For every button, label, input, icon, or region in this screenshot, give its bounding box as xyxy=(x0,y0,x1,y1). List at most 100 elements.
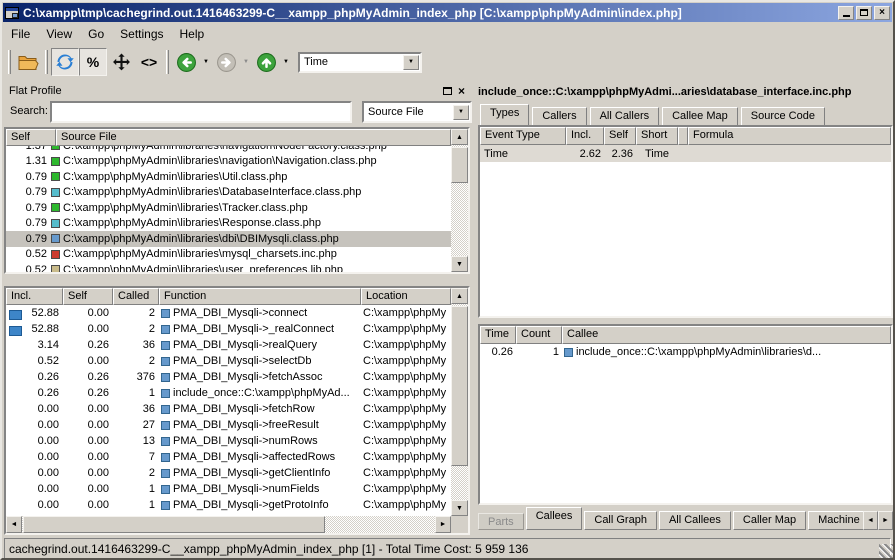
file-row[interactable]: 1.31C:\xampp\phpMyAdmin\libraries\naviga… xyxy=(6,154,451,170)
function-row[interactable]: 3.140.2636PMA_DBI_Mysqli->realQueryC:\xa… xyxy=(6,337,451,353)
scroll-down-button[interactable]: ▼ xyxy=(451,500,468,516)
forward-button[interactable] xyxy=(212,48,240,76)
scroll-thumb[interactable] xyxy=(451,147,468,183)
file-row[interactable]: 0.52C:\xampp\phpMyAdmin\libraries\mysql_… xyxy=(6,247,451,263)
file-row[interactable]: 0.52C:\xampp\phpMyAdmin\libraries\user_p… xyxy=(6,262,451,272)
tab-all-callees[interactable]: All Callees xyxy=(659,511,731,530)
tab-callees[interactable]: Callees xyxy=(526,507,583,530)
function-vertical-scrollbar[interactable]: ▲ ▼ xyxy=(451,288,468,516)
event-type-row[interactable]: Time2.622.36Time xyxy=(480,145,891,162)
up-button[interactable] xyxy=(252,48,280,76)
file-vertical-scrollbar[interactable]: ▲ ▼ xyxy=(451,129,468,272)
function-row[interactable]: 0.000.001PMA_DBI_Mysqli->getProtoInfoC:\… xyxy=(6,497,451,513)
event-type-combobox[interactable]: Time ▼ xyxy=(298,52,422,73)
panel-splitter[interactable] xyxy=(470,82,478,535)
up-dropdown[interactable]: ▼ xyxy=(280,48,292,76)
combobox-dropdown-button[interactable]: ▼ xyxy=(403,55,419,70)
column-header-callee[interactable]: Callee xyxy=(562,326,891,344)
scroll-thumb[interactable] xyxy=(23,516,325,533)
column-header-short[interactable]: Short xyxy=(636,127,678,145)
back-button[interactable] xyxy=(172,48,200,76)
file-row[interactable]: 0.79C:\xampp\phpMyAdmin\libraries\Util.c… xyxy=(6,169,451,185)
function-row[interactable]: 0.000.0036PMA_DBI_Mysqli->fetchRowC:\xam… xyxy=(6,401,451,417)
tab-call-graph[interactable]: Call Graph xyxy=(584,511,657,530)
function-row[interactable]: 0.520.002PMA_DBI_Mysqli->selectDbC:\xamp… xyxy=(6,353,451,369)
group-dropdown-button[interactable]: ▼ xyxy=(453,105,469,120)
function-row[interactable]: 0.000.002PMA_DBI_Mysqli->getClientInfoC:… xyxy=(6,465,451,481)
function-row[interactable]: 0.000.0013PMA_DBI_Mysqli->numRowsC:\xamp… xyxy=(6,433,451,449)
open-file-button[interactable] xyxy=(14,48,42,76)
function-horizontal-scrollbar[interactable]: ◄ ► xyxy=(6,516,451,533)
back-icon xyxy=(176,52,197,73)
scroll-up-button[interactable]: ▲ xyxy=(451,129,468,145)
column-header-incl-[interactable]: Incl. xyxy=(6,288,63,305)
menu-file[interactable]: File xyxy=(3,25,38,43)
tab-machine[interactable]: Machine xyxy=(808,511,863,530)
file-row[interactable]: 0.79C:\xampp\phpMyAdmin\libraries\Respon… xyxy=(6,216,451,232)
column-header-spacer[interactable] xyxy=(678,127,688,145)
function-row[interactable]: 0.260.26376PMA_DBI_Mysqli->fetchAssocC:\… xyxy=(6,369,451,385)
called-value: 7 xyxy=(113,451,159,463)
minimize-button[interactable] xyxy=(838,6,854,20)
dock-float-button[interactable] xyxy=(443,87,452,95)
column-header-count[interactable]: Count xyxy=(516,326,562,344)
scroll-down-button[interactable]: ▼ xyxy=(451,256,468,272)
function-row[interactable]: 0.000.001PMA_DBI_Mysqli->numFieldsC:\xam… xyxy=(6,481,451,497)
tab-caller-map[interactable]: Caller Map xyxy=(733,511,806,530)
column-header-formula[interactable]: Formula xyxy=(688,127,891,145)
forward-dropdown[interactable]: ▼ xyxy=(240,48,252,76)
function-row[interactable]: 0.000.0027PMA_DBI_Mysqli->freeResultC:\x… xyxy=(6,417,451,433)
tab-all-callers[interactable]: All Callers xyxy=(590,107,660,125)
callee-row[interactable]: 0.261include_once::C:\xampp\phpMyAdmin\l… xyxy=(480,344,891,360)
scroll-right-button[interactable]: ► xyxy=(435,516,451,533)
column-header-time[interactable]: Time xyxy=(480,326,516,344)
function-row[interactable]: 52.880.002PMA_DBI_Mysqli->_realConnectC:… xyxy=(6,321,451,337)
menu-settings[interactable]: Settings xyxy=(112,25,171,43)
column-header-self[interactable]: Self xyxy=(63,288,113,305)
percent-button[interactable]: % xyxy=(79,48,107,76)
function-row[interactable]: 0.260.261include_once::C:\xampp\phpMyAd.… xyxy=(6,385,451,401)
file-row[interactable]: 0.79C:\xampp\phpMyAdmin\libraries\Databa… xyxy=(6,185,451,201)
scroll-thumb[interactable] xyxy=(451,306,468,466)
file-row[interactable]: 0.79C:\xampp\phpMyAdmin\libraries\Tracke… xyxy=(6,200,451,216)
column-header-self[interactable]: Self xyxy=(6,129,56,146)
callee-cell: include_once::C:\xampp\phpMyAdmin\librar… xyxy=(562,346,891,358)
function-row[interactable]: 0.000.007PMA_DBI_Mysqli->affectedRowsC:\… xyxy=(6,449,451,465)
scroll-left-button[interactable]: ◄ xyxy=(6,516,22,533)
column-header-event-type[interactable]: Event Type xyxy=(480,127,566,145)
column-header-location[interactable]: Location xyxy=(361,288,451,305)
tab-source-code[interactable]: Source Code xyxy=(741,107,825,125)
file-row[interactable]: 1.37C:\xampp\phpMyAdmin\libraries\naviga… xyxy=(6,146,451,154)
tab-types[interactable]: Types xyxy=(480,104,529,125)
incl-value: 0.00 xyxy=(6,467,63,479)
menu-help[interactable]: Help xyxy=(172,25,213,43)
reload-button[interactable] xyxy=(51,48,79,76)
search-input[interactable] xyxy=(50,101,352,123)
self-value: 0.26 xyxy=(63,387,113,399)
menu-view[interactable]: View xyxy=(38,25,80,43)
tabs-scroll-right-button[interactable]: ► xyxy=(878,511,893,530)
tabs-scroll-left-button[interactable]: ◄ xyxy=(863,511,878,530)
column-header-source-file[interactable]: Source File xyxy=(56,129,451,146)
resize-grip[interactable] xyxy=(879,544,893,558)
menu-go[interactable]: Go xyxy=(80,25,112,43)
tab-callee-map[interactable]: Callee Map xyxy=(662,107,738,125)
move-button[interactable] xyxy=(107,48,135,76)
close-button[interactable]: × xyxy=(874,6,890,20)
back-dropdown[interactable]: ▼ xyxy=(200,48,212,76)
column-header-called[interactable]: Called xyxy=(113,288,159,305)
toolbar-handle[interactable] xyxy=(8,50,11,74)
column-header-self[interactable]: Self xyxy=(604,127,636,145)
file-row[interactable]: 0.79C:\xampp\phpMyAdmin\libraries\dbi\DB… xyxy=(6,231,451,247)
dock-close-button[interactable]: × xyxy=(458,85,465,97)
tab-callers[interactable]: Callers xyxy=(532,107,586,125)
file-self-value: 0.79 xyxy=(6,233,50,245)
scroll-up-button[interactable]: ▲ xyxy=(451,288,468,304)
expand-button[interactable]: <> xyxy=(135,48,163,76)
function-row[interactable]: 52.880.002PMA_DBI_Mysqli->connectC:\xamp… xyxy=(6,305,451,321)
maximize-button[interactable] xyxy=(856,6,872,20)
tab-parts[interactable]: Parts xyxy=(478,513,524,530)
group-by-combobox[interactable]: Source File ▼ xyxy=(362,101,472,123)
column-header-incl-[interactable]: Incl. xyxy=(566,127,604,145)
column-header-function[interactable]: Function xyxy=(159,288,361,305)
